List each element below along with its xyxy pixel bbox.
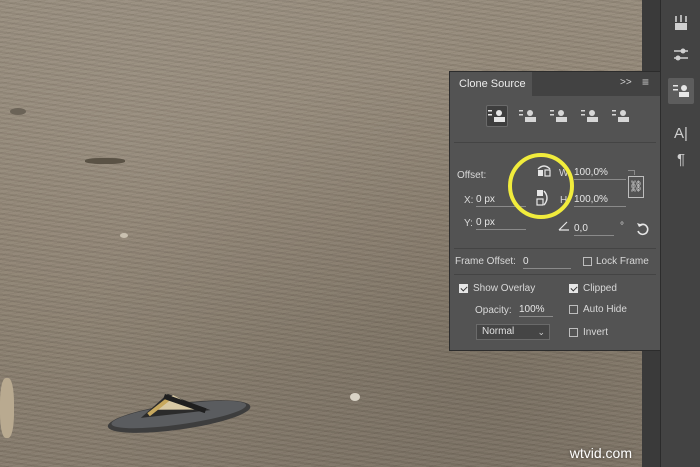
- flip-flop: [107, 393, 251, 433]
- clipped-checkbox[interactable]: [569, 284, 578, 293]
- invert-label: Invert: [583, 327, 609, 338]
- clone-source-panel: Clone Source >> ≡ Offset: W: 100,0% X: 0…: [449, 71, 661, 351]
- clone-source-5-button[interactable]: [610, 105, 632, 127]
- clone-source-4-button[interactable]: [579, 105, 601, 127]
- angle-field[interactable]: 0,0: [574, 222, 614, 236]
- clone-source-buttons: [486, 105, 632, 129]
- clone-source-1-button[interactable]: [486, 105, 508, 127]
- invert-checkbox[interactable]: [569, 328, 578, 337]
- lock-frame-label: Lock Frame: [596, 256, 649, 267]
- offset-label: Offset:: [457, 170, 487, 181]
- expand-panel-icon[interactable]: >>: [620, 77, 632, 88]
- opacity-label: Opacity:: [475, 305, 512, 316]
- pebble: [120, 233, 128, 238]
- chevron-down-icon: ⌄: [537, 327, 545, 337]
- angle-icon: [558, 221, 570, 234]
- pebble: [0, 378, 14, 438]
- brush-presets-icon[interactable]: [668, 10, 694, 36]
- panel-header: Clone Source >> ≡: [450, 72, 660, 96]
- x-label: X:: [464, 195, 474, 206]
- adjust-sliders-icon[interactable]: [668, 42, 694, 68]
- panel-tab-clone-source[interactable]: Clone Source: [450, 72, 532, 96]
- show-overlay-label: Show Overlay: [473, 283, 536, 294]
- divider: [454, 142, 656, 143]
- w-label: W:: [559, 168, 572, 179]
- opacity-field[interactable]: 100%: [519, 303, 553, 317]
- x-field[interactable]: 0 px: [476, 193, 526, 207]
- clone-source-2-button[interactable]: [517, 105, 539, 127]
- h-field[interactable]: 100,0%: [574, 193, 626, 207]
- overlay-mode-value: Normal: [482, 326, 515, 337]
- flip-vertical-icon[interactable]: [536, 188, 550, 211]
- clone-source-icon[interactable]: [668, 78, 694, 104]
- panel-menu-icon[interactable]: ≡: [642, 75, 649, 89]
- auto-hide-label: Auto Hide: [583, 304, 627, 315]
- link-dimensions-icon[interactable]: ⛓: [628, 176, 644, 198]
- paragraph-icon[interactable]: ¶: [668, 146, 694, 172]
- frame-offset-label: Frame Offset:: [455, 256, 516, 267]
- right-toolbar: A| ¶: [660, 0, 700, 467]
- pebble: [350, 393, 360, 401]
- reset-transform-icon[interactable]: [636, 222, 650, 239]
- pebble: [10, 108, 26, 115]
- lock-frame-checkbox[interactable]: [583, 257, 592, 266]
- flip-horizontal-icon[interactable]: [536, 163, 552, 180]
- angle-unit: °: [620, 221, 624, 232]
- y-label: Y:: [464, 218, 473, 229]
- auto-hide-checkbox[interactable]: [569, 305, 578, 314]
- y-field[interactable]: 0 px: [476, 216, 526, 230]
- divider: [454, 248, 656, 249]
- clone-source-3-button[interactable]: [548, 105, 570, 127]
- w-field[interactable]: 100,0%: [574, 166, 626, 180]
- link-bracket-top: [628, 170, 635, 175]
- frame-offset-field[interactable]: 0: [523, 255, 571, 269]
- overlay-mode-select[interactable]: Normal ⌄: [476, 324, 550, 340]
- clipped-label: Clipped: [583, 283, 617, 294]
- watermark: wtvid.com: [569, 445, 632, 461]
- show-overlay-checkbox[interactable]: [459, 284, 468, 293]
- pebble: [85, 158, 125, 164]
- character-icon[interactable]: A|: [668, 120, 694, 146]
- divider: [454, 274, 656, 275]
- h-label: H:: [560, 195, 570, 206]
